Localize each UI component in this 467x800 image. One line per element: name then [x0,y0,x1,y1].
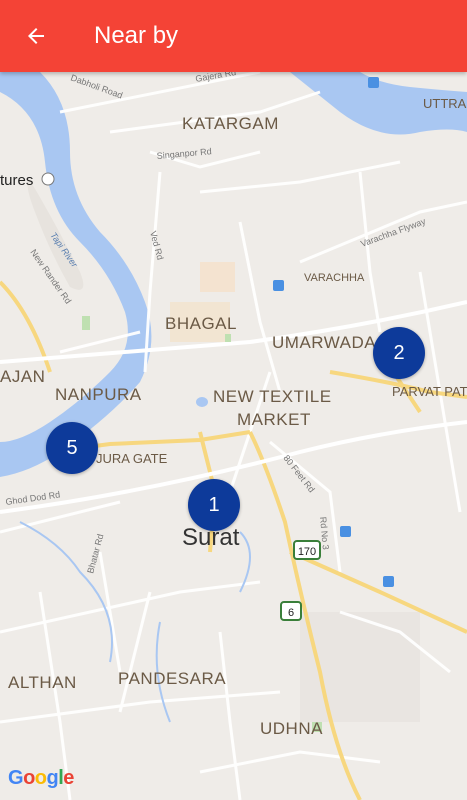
cluster-marker-2[interactable]: 2 [373,327,425,379]
label-uttra: UTTRA [423,96,467,111]
label-udhna: UDHNA [260,719,323,738]
google-logo: Google [8,767,74,789]
label-parvat: PARVAT PAT [392,384,467,399]
label-varachha: VARACHHA [304,272,365,284]
label-katargam: KATARGAM [182,114,279,133]
poi-icon [41,172,55,186]
label-nanpura: NANPURA [55,385,142,404]
label-umarwada: UMARWADA [272,333,376,352]
cluster-marker-5[interactable]: 5 [46,422,98,474]
cluster-marker-1[interactable]: 1 [188,479,240,531]
toolbar: Near by [0,0,467,72]
label-bhagal: BHAGAL [165,314,237,333]
label-althan: ALTHAN [8,673,77,692]
label-pandesara: PANDESARA [118,669,226,688]
map-view[interactable]: 170 6 KATARGAM BHAGAL UMARWADA NANPURA N… [0,72,467,800]
label-ajan: AJAN [0,367,45,386]
label-tures: tures [0,172,33,189]
cluster-count: 5 [66,436,78,459]
svg-text:6: 6 [288,607,294,619]
label-market: MARKET [237,410,311,429]
svg-text:170: 170 [298,546,316,558]
label-jura-gate: JURA GATE [96,451,168,466]
app-screen: Near by 170 6 KATARGAM BHAGAL UMARWADA N… [0,0,467,800]
cluster-count: 1 [208,493,220,516]
label-new-textile: NEW TEXTILE [213,387,332,406]
arrow-back-icon [28,28,44,44]
highway-shield-6: 6 [280,601,302,621]
highway-shield-170: 170 [293,540,321,560]
page-title: Near by [94,22,179,49]
back-button[interactable] [0,0,72,72]
cluster-count: 2 [393,341,405,364]
